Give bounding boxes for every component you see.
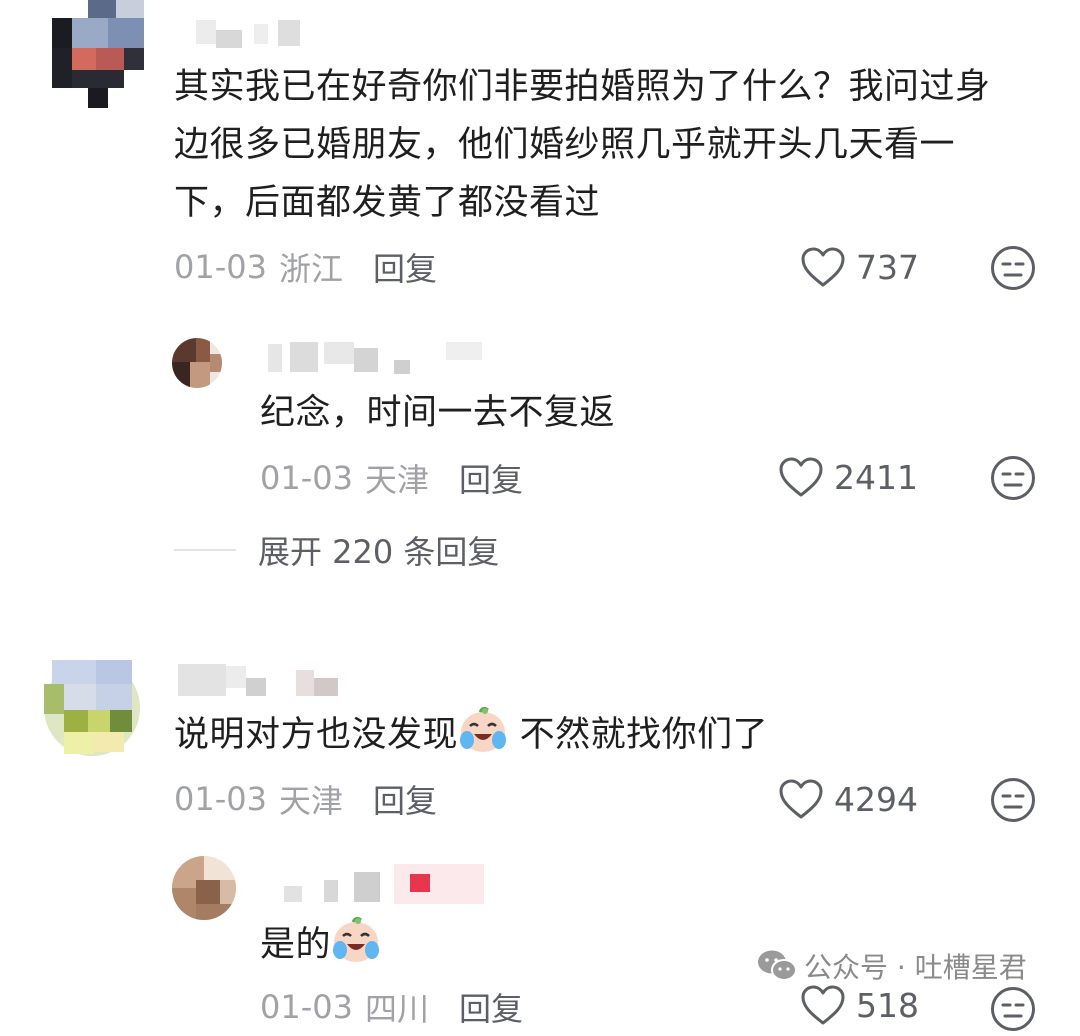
reply-text: 纪念，时间一去不复返 <box>260 393 616 433</box>
comment-meta: 01-03 浙江 回复 <box>174 244 437 290</box>
comment-date: 01-03 <box>174 780 267 818</box>
reply-date: 01-03 <box>260 459 353 497</box>
like-button[interactable]: 4294 <box>778 778 918 820</box>
reply-button[interactable]: 回复 <box>459 984 523 1030</box>
username-blurred[interactable] <box>268 340 486 378</box>
reply-location: 四川 <box>364 990 429 1028</box>
watermark: 公众号 · 吐槽星君 <box>756 946 1027 986</box>
heart-icon <box>801 985 845 1025</box>
crying-laughing-emoji <box>331 916 381 982</box>
avatar[interactable] <box>172 856 236 920</box>
unamused-face-icon <box>991 778 1035 822</box>
like-count: 737 <box>856 247 919 287</box>
comment-text: 其实我已在好奇你们非要拍婚照为了什么？我问过身 边很多已婚朋友，他们婚纱照几乎就… <box>174 67 991 223</box>
like-button[interactable]: 2411 <box>778 456 918 498</box>
comment-date: 01-03 <box>174 248 267 286</box>
reply-button[interactable]: 回复 <box>373 244 437 290</box>
comment-location: 浙江 <box>278 250 343 288</box>
dislike-button[interactable] <box>990 986 1036 1036</box>
comment-text: 说明对方也没发现 不然就找你们了 <box>174 706 768 772</box>
dislike-button[interactable] <box>990 777 1036 827</box>
divider <box>174 549 236 551</box>
unamused-face-icon <box>991 987 1035 1031</box>
reply-meta: 01-03 天津 回复 <box>260 455 523 501</box>
expand-replies-label: 展开 220 条回复 <box>258 533 500 571</box>
reply-text: 是的 <box>260 916 381 982</box>
heart-icon <box>779 457 823 497</box>
username-blurred[interactable] <box>284 862 490 908</box>
unamused-face-icon <box>991 246 1035 290</box>
heart-icon <box>801 247 845 287</box>
comment-meta: 01-03 天津 回复 <box>174 776 437 822</box>
like-count: 2411 <box>834 457 918 497</box>
reply-meta: 01-03 四川 回复 <box>260 984 523 1030</box>
wechat-icon <box>758 950 797 981</box>
like-button[interactable]: 737 <box>800 246 919 288</box>
avatar[interactable] <box>172 338 222 388</box>
unamused-face-icon <box>991 456 1035 500</box>
crying-laughing-emoji <box>458 706 508 772</box>
dislike-button[interactable] <box>990 245 1036 295</box>
comment-location: 天津 <box>278 782 343 820</box>
reply-location: 天津 <box>364 461 429 499</box>
username-blurred[interactable] <box>196 16 308 50</box>
like-button[interactable]: 518 <box>800 984 919 1026</box>
username-blurred[interactable] <box>178 662 344 698</box>
avatar[interactable] <box>44 660 140 756</box>
dislike-button[interactable] <box>990 455 1036 505</box>
watermark-text: 公众号 · 吐槽星君 <box>804 951 1027 984</box>
reply-button[interactable]: 回复 <box>373 776 437 822</box>
expand-replies-button[interactable]: 展开 220 条回复 <box>174 527 499 573</box>
avatar[interactable] <box>52 0 144 108</box>
reply-button[interactable]: 回复 <box>459 455 523 501</box>
like-count: 518 <box>856 985 919 1025</box>
reply-date: 01-03 <box>260 988 353 1026</box>
heart-icon <box>779 779 823 819</box>
like-count: 4294 <box>834 779 918 819</box>
